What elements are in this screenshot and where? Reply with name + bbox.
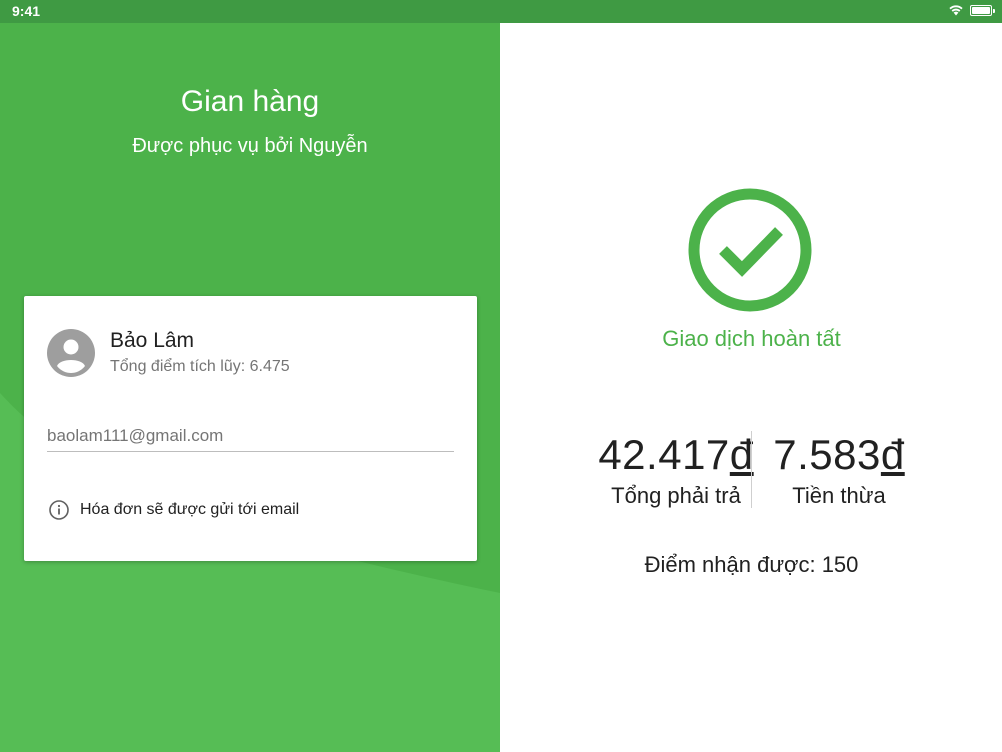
change-amount: 7.583đ — [759, 431, 919, 479]
served-by-label: Được phục vụ bởi Nguyễn — [132, 135, 368, 157]
total-amount-block: 42.417đ Tổng phải trả — [561, 431, 791, 509]
change-amount-value: 7.583 — [773, 431, 881, 478]
receipt-info-text: Hóa đơn sẽ được gửi tới email — [80, 501, 300, 518]
status-bar: 9:41 — [0, 0, 1002, 23]
status-time: 9:41 — [12, 3, 41, 19]
store-title: Gian hàng — [180, 85, 320, 118]
change-amount-block: 7.583đ Tiền thừa — [759, 431, 919, 509]
transaction-status: Giao dịch hoàn tất — [662, 326, 841, 351]
points-earned: Điểm nhận được: 150 — [644, 552, 859, 577]
total-amount-label: Tổng phải trả — [611, 483, 741, 508]
check-circle-icon — [688, 188, 812, 312]
receipt-info-row: Hóa đơn sẽ được gửi tới email — [48, 499, 299, 521]
wifi-icon — [949, 5, 963, 16]
total-amount: 42.417đ — [561, 431, 791, 479]
battery-icon — [970, 4, 995, 16]
email-field[interactable] — [47, 420, 454, 452]
transaction-panel: Giao dịch hoàn tất 42.417đ Tổng phải trả… — [501, 23, 1002, 752]
account-circle-icon — [47, 329, 95, 377]
store-panel: Gian hàng Được phục vụ bởi Nguyễn Bảo Lâ… — [0, 23, 500, 752]
total-amount-value: 42.417 — [598, 431, 730, 478]
status-icons — [948, 4, 995, 16]
customer-card: Bảo Lâm Tổng điểm tích lũy: 6.475 Hóa đơ… — [24, 296, 477, 561]
info-outline-icon — [49, 500, 69, 520]
amount-divider — [751, 431, 752, 508]
change-currency: đ — [880, 431, 905, 478]
customer-points-total: Tổng điểm tích lũy: 6.475 — [110, 358, 290, 375]
change-amount-label: Tiền thừa — [792, 483, 886, 508]
customer-name: Bảo Lâm — [110, 329, 195, 352]
